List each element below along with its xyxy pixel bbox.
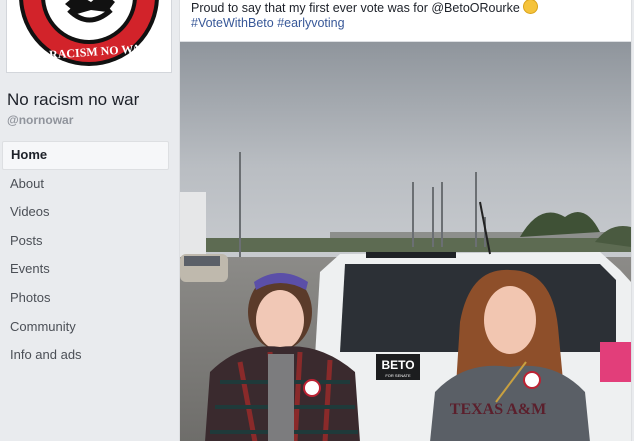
shirt-text: TEXAS A&M — [450, 401, 546, 418]
page-nav: Home About Videos Posts Events Photos Co… — [2, 141, 169, 370]
nav-item-home[interactable]: Home — [2, 141, 169, 170]
post-card: Proud to say that my first ever vote was… — [179, 0, 632, 441]
car-sticker-subtext: FOR SENATE — [385, 373, 411, 378]
post-text: Proud to say that my first ever vote was… — [191, 0, 538, 16]
photo-scene: BETO FOR SENATE TEXAS A&M — [180, 42, 631, 441]
nav-item-posts[interactable]: Posts — [2, 227, 169, 256]
nav-item-info-and-ads[interactable]: Info and ads — [2, 341, 169, 370]
page-sidebar: NO RACISM NO WAR No racism no war @norno… — [0, 0, 178, 441]
hashtag-link[interactable]: #earlyvoting — [277, 16, 344, 30]
nav-item-events[interactable]: Events — [2, 255, 169, 284]
post-body: Proud to say that my first ever vote was… — [191, 1, 520, 15]
page-handle[interactable]: @nornowar — [7, 113, 73, 127]
page-title[interactable]: No racism no war — [7, 90, 139, 110]
post-hashtags: #VoteWithBeto #earlyvoting — [191, 16, 345, 30]
no-racism-logo-icon: NO RACISM NO WAR — [19, 0, 159, 66]
grinning-face-icon — [522, 0, 538, 14]
car-sticker-text: BETO — [381, 358, 414, 372]
hashtag-link[interactable]: #VoteWithBeto — [191, 16, 274, 30]
nav-item-about[interactable]: About — [2, 170, 169, 199]
nav-item-videos[interactable]: Videos — [2, 198, 169, 227]
nav-item-photos[interactable]: Photos — [2, 284, 169, 313]
post-photo[interactable]: BETO FOR SENATE TEXAS A&M — [180, 41, 631, 441]
nav-item-community[interactable]: Community — [2, 313, 169, 342]
profile-picture[interactable]: NO RACISM NO WAR — [6, 0, 172, 73]
